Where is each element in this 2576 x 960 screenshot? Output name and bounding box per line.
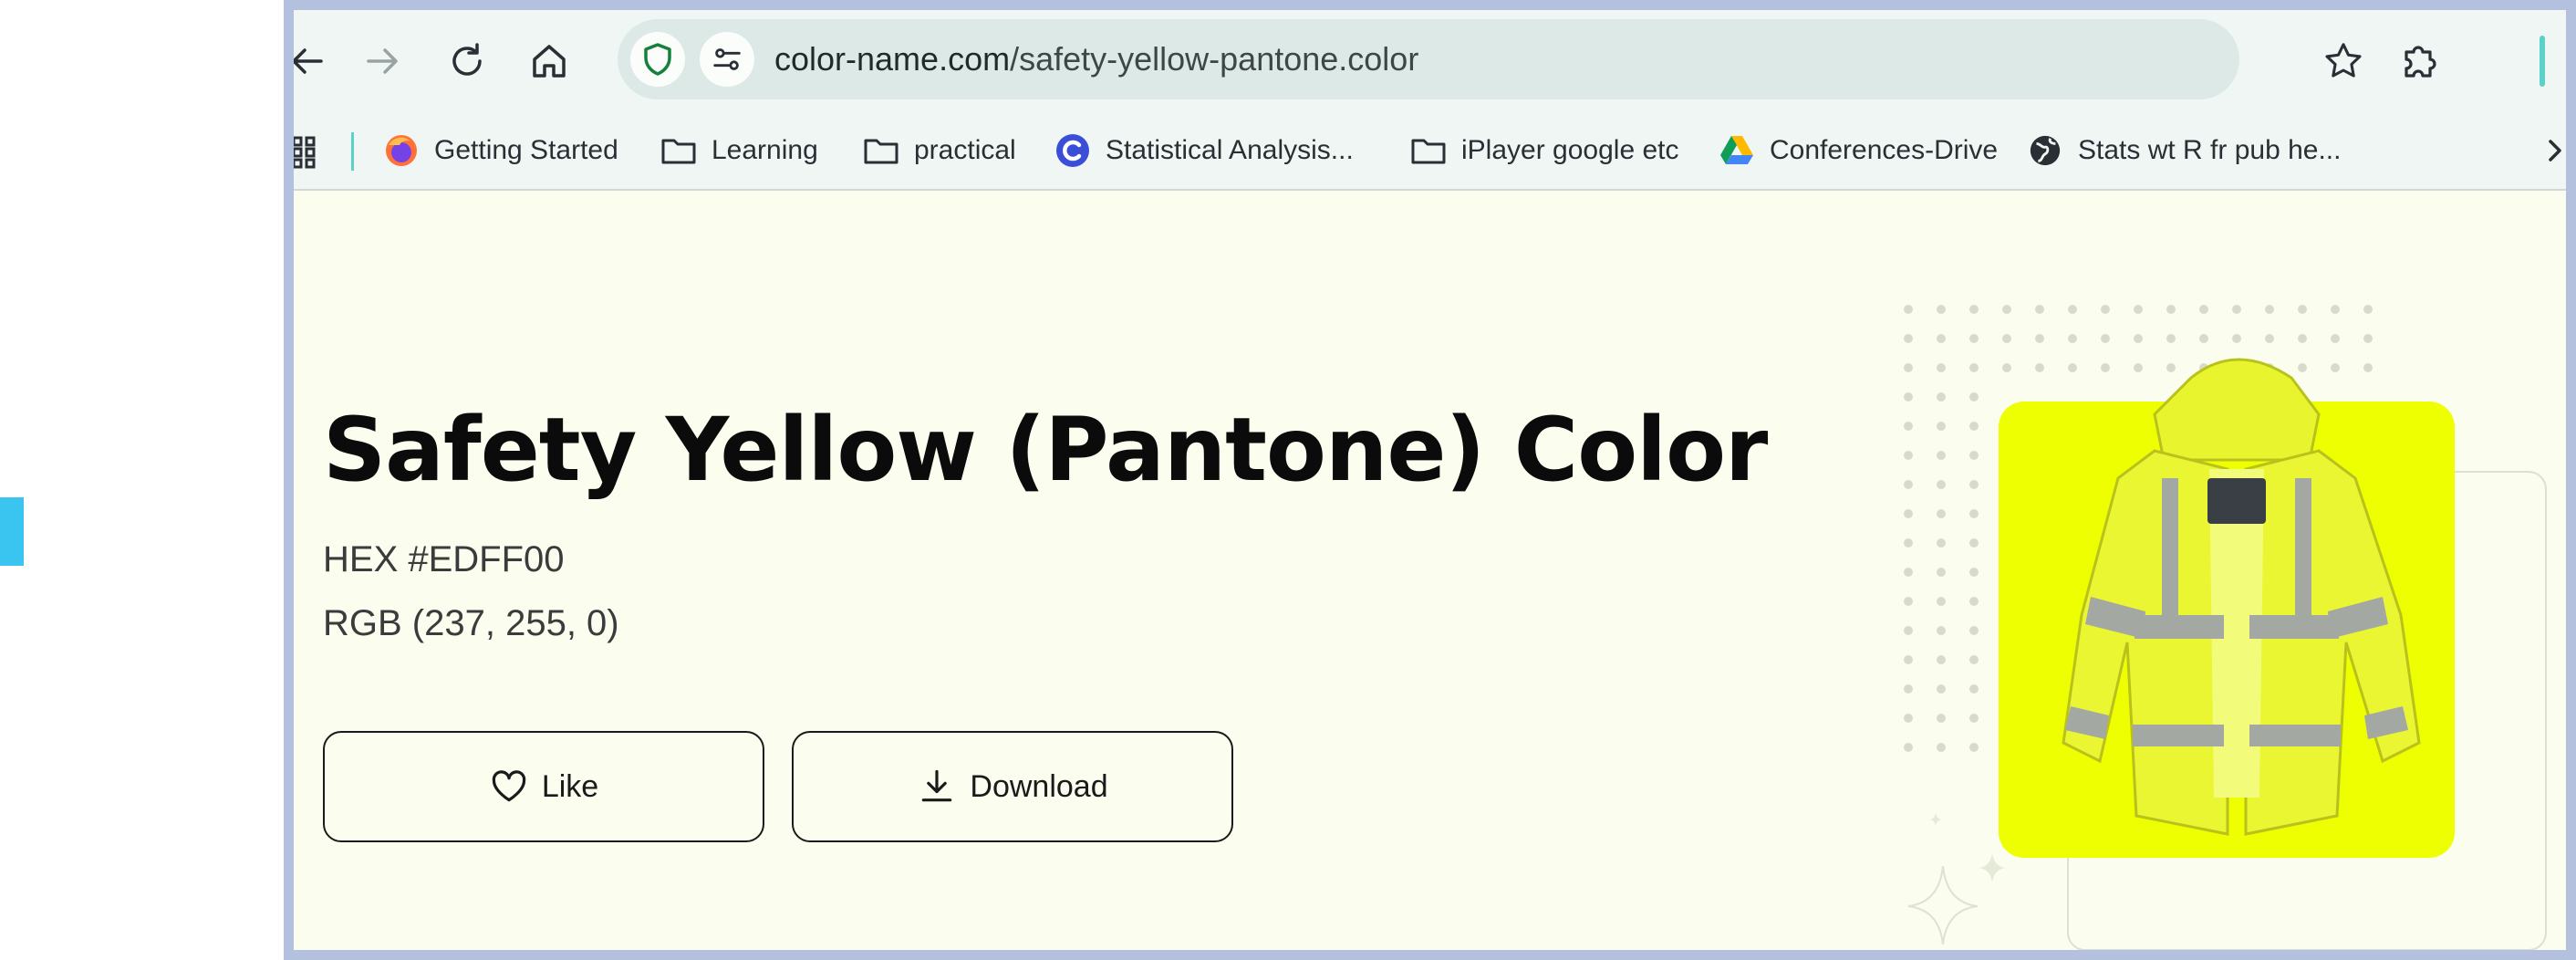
folder-icon xyxy=(1410,132,1447,169)
bookmark-label: Learning xyxy=(712,135,818,165)
extensions-button[interactable] xyxy=(2394,36,2445,87)
url-domain: color-name.com xyxy=(774,40,1011,78)
browser-window: color-name.com/safety-yellow-pantone.col… xyxy=(294,10,2566,950)
puzzle-piece-icon xyxy=(2405,46,2436,78)
bookmark-label: practical xyxy=(914,135,1016,165)
forward-button[interactable] xyxy=(358,36,409,87)
folder-icon xyxy=(863,132,899,169)
firefox-icon xyxy=(383,132,420,169)
back-arrow-icon xyxy=(294,48,323,74)
tune-settings-icon xyxy=(713,48,741,70)
bookmarks-bar: Getting Started Learning practical Stati… xyxy=(294,112,2566,191)
hex-value: HEX #EDFF00 xyxy=(323,539,565,579)
reload-icon xyxy=(452,43,482,76)
bookmark-conferences-drive[interactable]: Conferences-Drive xyxy=(1719,125,1998,176)
browser-window-frame: color-name.com/safety-yellow-pantone.col… xyxy=(284,0,2576,960)
bookmarks-separator xyxy=(351,132,354,171)
bookmark-iplayer[interactable]: iPlayer google etc xyxy=(1410,125,1678,176)
home-icon xyxy=(533,45,566,78)
bookmark-label: Conferences-Drive xyxy=(1770,135,1999,165)
bookmark-star-button[interactable] xyxy=(2318,36,2369,87)
url-path: /safety-yellow-pantone.color xyxy=(1010,40,1419,78)
download-button[interactable]: Download xyxy=(792,731,1233,842)
bookmark-statistical-analysis[interactable]: Statistical Analysis... xyxy=(1054,125,1354,176)
globe-icon xyxy=(2027,132,2063,169)
google-drive-icon xyxy=(1719,132,1755,169)
reload-button[interactable] xyxy=(441,36,493,87)
heart-icon xyxy=(492,770,525,802)
url-text[interactable]: color-name.com/safety-yellow-pantone.col… xyxy=(774,37,1418,82)
download-label: Download xyxy=(970,768,1108,804)
rgb-value: RGB (237, 255, 0) xyxy=(323,603,619,643)
chevron-right-icon[interactable] xyxy=(2545,132,2566,169)
sparkle-decoration xyxy=(1907,813,2005,945)
bookmark-label: iPlayer google etc xyxy=(1461,135,1679,165)
side-accent-marker xyxy=(0,497,24,566)
address-bar[interactable]: color-name.com/safety-yellow-pantone.col… xyxy=(618,19,2239,99)
bookmark-label: Statistical Analysis... xyxy=(1106,135,1354,165)
site-info-button[interactable] xyxy=(700,32,754,87)
shield-icon xyxy=(644,43,671,76)
bookmark-learning[interactable]: Learning xyxy=(660,125,818,176)
star-icon xyxy=(2325,43,2362,78)
home-button[interactable] xyxy=(524,36,575,87)
like-label: Like xyxy=(541,768,599,804)
toolbar-edge-indicator xyxy=(2540,36,2545,87)
back-button[interactable] xyxy=(294,36,332,87)
bookmark-practical[interactable]: practical xyxy=(863,125,1016,176)
like-button[interactable]: Like xyxy=(323,731,764,842)
page-title: Safety Yellow (Pantone) Color xyxy=(323,399,1768,501)
apps-grid-icon[interactable] xyxy=(294,134,321,171)
bookmark-stats-wt-r[interactable]: Stats wt R fr pub he... xyxy=(2027,125,2341,176)
page-content: Safety Yellow (Pantone) Color HEX #EDFF0… xyxy=(294,191,2566,950)
coursera-icon xyxy=(1054,132,1091,169)
forward-arrow-icon xyxy=(367,48,398,74)
tracking-protection-button[interactable] xyxy=(630,32,685,87)
download-icon xyxy=(922,769,952,802)
folder-icon xyxy=(660,132,697,169)
bookmark-label: Stats wt R fr pub he... xyxy=(2078,135,2342,165)
bookmark-label: Getting Started xyxy=(434,135,618,165)
safety-jacket-image xyxy=(2062,358,2421,836)
bookmark-getting-started[interactable]: Getting Started xyxy=(383,125,618,176)
browser-toolbar: color-name.com/safety-yellow-pantone.col… xyxy=(294,10,2566,112)
